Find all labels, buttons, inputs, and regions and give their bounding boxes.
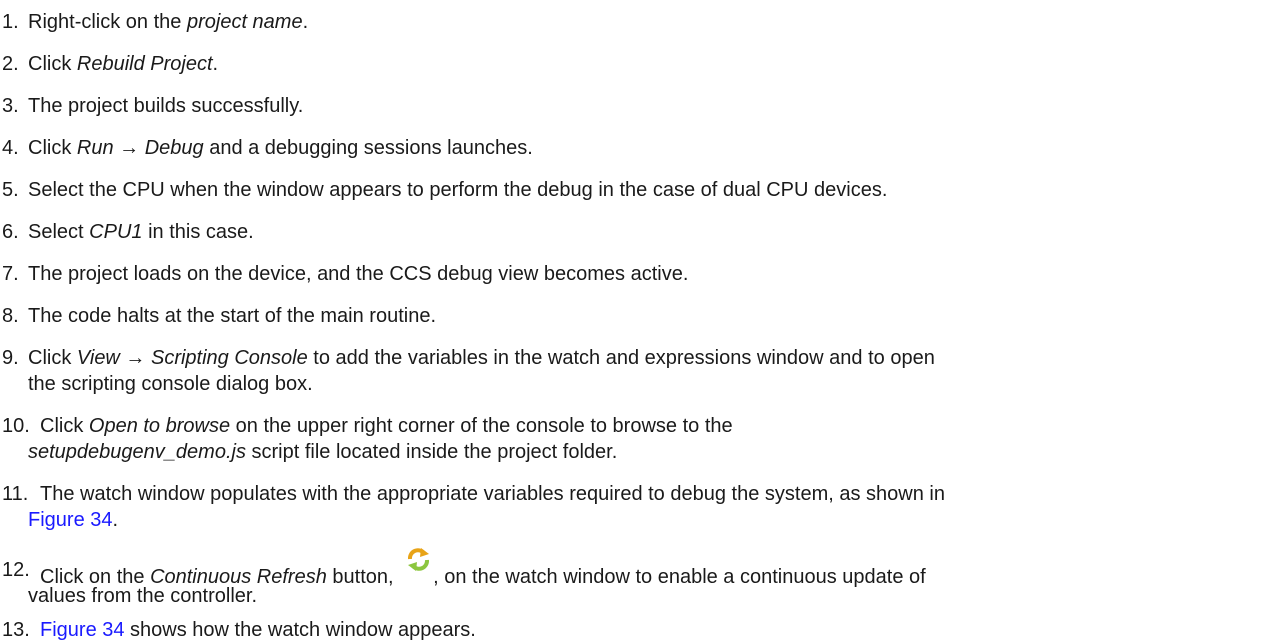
step-number: 10.: [2, 415, 30, 437]
step-number: 13.: [2, 619, 30, 641]
step-text: Click Rebuild Project.: [28, 53, 219, 75]
step-text-continued: Figure 34.: [28, 509, 119, 531]
step-text: The project loads on the device, and the…: [28, 263, 689, 285]
step-text: The project builds successfully.: [28, 95, 304, 117]
step-text: Click Run → Debug and a debugging sessio…: [28, 137, 533, 159]
step-number: 1.: [2, 11, 19, 33]
step-number: 7.: [2, 263, 19, 285]
step-number: 5.: [2, 179, 19, 201]
step-number: 3.: [2, 95, 19, 117]
figure-link[interactable]: Figure 34: [40, 619, 125, 641]
step-text: Figure 34 shows how the watch window app…: [40, 619, 476, 641]
step-text: Click Open to browse on the upper right …: [40, 415, 733, 437]
step-number: 2.: [2, 53, 19, 75]
step-number: 8.: [2, 305, 19, 327]
step-number: 6.: [2, 221, 19, 243]
step-text-continued: the scripting console dialog box.: [28, 373, 313, 395]
step-text: Click View → Scripting Console to add th…: [28, 347, 935, 369]
step-text-continued: values from the controller.: [28, 585, 257, 607]
step-number: 12.: [2, 559, 30, 581]
step-number: 11.: [2, 483, 29, 505]
step-number: 9.: [2, 347, 19, 369]
step-text: Select CPU1 in this case.: [28, 221, 254, 243]
figure-link[interactable]: Figure 34: [28, 509, 113, 531]
continuous-refresh-icon: [405, 546, 432, 573]
step-text: The watch window populates with the appr…: [40, 483, 945, 505]
step-text: The code halts at the start of the main …: [28, 305, 437, 327]
step-text: Select the CPU when the window appears t…: [28, 179, 888, 201]
step-text: Right-click on the project name.: [28, 11, 309, 33]
step-text-continued: setupdebugenv_demo.js script file locate…: [28, 441, 618, 463]
step-number: 4.: [2, 137, 19, 159]
